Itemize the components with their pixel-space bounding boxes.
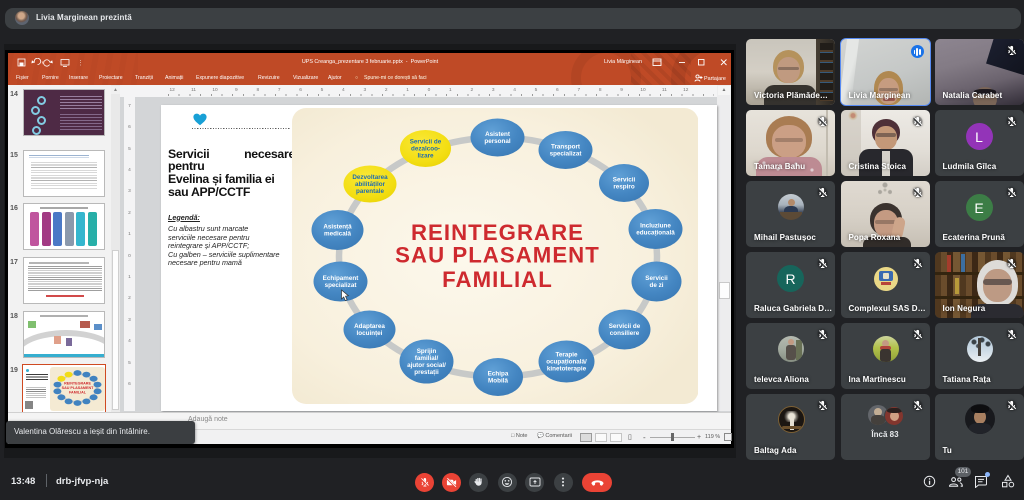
svg-text:REINTEGRARE: REINTEGRARE [410,220,583,245]
svg-text:Servicii deconsiliere: Servicii deconsiliere [608,323,640,337]
svg-text:Asistențămedicală: Asistențămedicală [323,224,352,238]
svg-text:⋮: ⋮ [77,60,84,67]
svg-text:Dezvoltareaabilitățilorparenta: Dezvoltareaabilitățilorparentale [352,174,388,195]
svg-text:FAMILIAL: FAMILIAL [442,267,553,292]
svg-text:Incluziuneeducațională: Incluziuneeducațională [636,223,675,237]
svg-text:EchipaMobilă: EchipaMobilă [487,371,508,385]
svg-text:SAU PLASAMENT: SAU PLASAMENT [62,386,95,390]
svg-text:Serviciirespiro: Serviciirespiro [612,177,635,191]
svg-text:Adaptarealocuinței: Adaptarealocuinței [354,323,385,337]
svg-text:Transportspecializat: Transportspecializat [549,144,582,158]
svg-text:▾: ▾ [42,61,45,67]
svg-text:FAMILIAL: FAMILIAL [69,391,87,395]
svg-text:REINTEGRARE: REINTEGRARE [64,382,91,386]
svg-text:Asistentpersonal: Asistentpersonal [484,131,510,145]
svg-text:Echipamentspecializat: Echipamentspecializat [322,275,359,289]
svg-text:SAU PLASAMENT: SAU PLASAMENT [395,243,600,268]
